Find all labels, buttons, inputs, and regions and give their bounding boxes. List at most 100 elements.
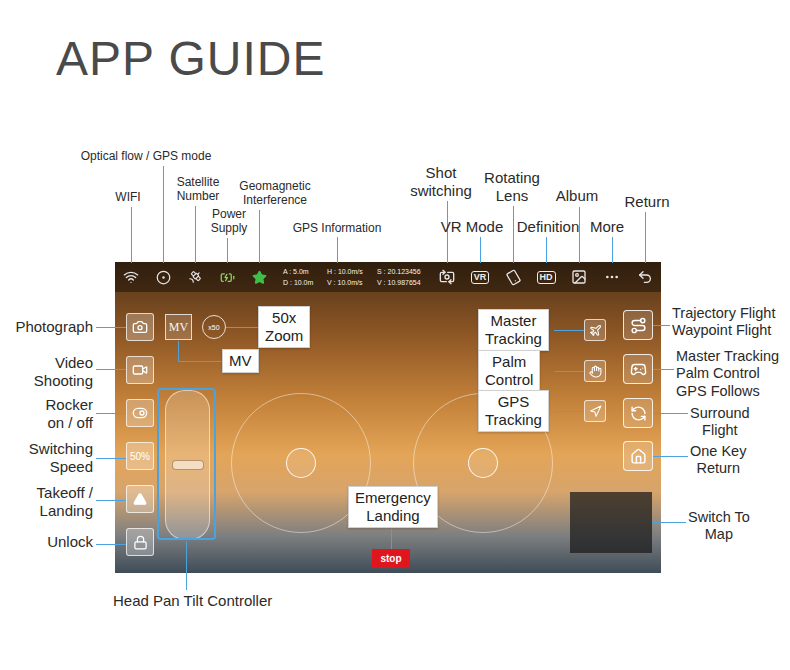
tracking-mode-button[interactable] — [584, 400, 606, 422]
takeoff-icon — [133, 492, 147, 506]
rotate-phone-icon — [503, 267, 523, 287]
callout-label: Definition — [517, 218, 580, 236]
callout-label: Trajectory Flight Waypoint Flight — [672, 305, 775, 340]
album-button[interactable] — [569, 267, 589, 287]
lock-icon — [133, 535, 148, 550]
return-button[interactable] — [635, 267, 655, 287]
stop-button[interactable]: stop — [372, 549, 410, 568]
callout-box: Palm Control — [478, 350, 540, 392]
mv-button[interactable]: MV — [165, 314, 192, 340]
toggle-icon — [132, 405, 148, 421]
flight-mode-button[interactable] — [623, 398, 653, 428]
callout-label: Photograph — [15, 318, 93, 336]
callout-label: One Key Return — [690, 443, 746, 478]
callout-line — [513, 206, 514, 263]
callout-line — [178, 341, 179, 362]
callout-line — [96, 369, 126, 370]
more-button[interactable] — [602, 267, 622, 287]
joystick-knob[interactable] — [286, 448, 316, 478]
guide-title: APP GUIDE — [0, 0, 790, 85]
video-icon — [132, 362, 148, 378]
tracking-mode-button[interactable] — [584, 319, 606, 341]
photo-button[interactable] — [126, 313, 154, 341]
joystick-knob[interactable] — [468, 448, 498, 478]
callout-line — [579, 207, 580, 263]
callout-label: Rotating Lens — [484, 169, 540, 205]
callout-line — [227, 238, 228, 263]
callout-label: Unlock — [47, 533, 93, 551]
flight-mode-button[interactable] — [623, 441, 653, 471]
callout-line — [653, 369, 674, 370]
callout-label: WIFI — [115, 190, 140, 204]
vr-button[interactable]: VR — [470, 267, 490, 287]
callout-line — [554, 330, 584, 331]
callout-label: Power Supply — [211, 207, 248, 236]
hd-badge: HD — [537, 271, 556, 284]
definition-button[interactable]: HD — [536, 267, 556, 287]
gps-value: V : 10.987654 — [377, 279, 437, 287]
flight-mode-button[interactable] — [623, 310, 653, 340]
gps-info: A : 5.0mH : 10.0m/sS : 20.123456D : 10.0… — [283, 268, 437, 287]
optical-flow-icon — [156, 270, 171, 285]
callout-line — [96, 500, 126, 501]
callout-line — [96, 413, 126, 414]
callout-label: Takeoff / Landing — [37, 484, 93, 520]
callout-line — [96, 458, 126, 459]
rotate-lens-button[interactable] — [503, 267, 523, 287]
toolbar: VR HD — [437, 267, 655, 287]
shot-switch-button[interactable] — [437, 267, 457, 287]
callout-label: Head Pan Tilt Controller — [113, 592, 272, 610]
zoom-button[interactable]: x50 — [202, 315, 226, 339]
callout-label: Optical flow / GPS mode — [81, 149, 212, 163]
callout-box: 50x Zoom — [258, 306, 310, 348]
callout-label: Shot switching — [410, 164, 472, 200]
gps-value: H : 10.0m/s — [327, 268, 377, 276]
back-arrow-icon — [637, 269, 653, 285]
callout-line — [652, 522, 686, 523]
app-guide: APP GUIDE A : 5.0mH : 10.0m/sS : 20.12345… — [0, 0, 790, 670]
drone-icon — [589, 324, 602, 337]
callout-label: Master Tracking Palm Control GPS Follows — [676, 348, 779, 400]
gps-icon — [589, 405, 602, 418]
callout-label: Surround Flight — [690, 405, 750, 440]
callout-line — [554, 371, 584, 372]
tracking-mode-button[interactable] — [584, 360, 606, 382]
flight-mode[interactable] — [153, 267, 173, 287]
callout-label: VR Mode — [441, 218, 504, 236]
unlock-button[interactable] — [126, 528, 154, 556]
callout-line — [195, 206, 196, 263]
callout-line — [259, 210, 260, 263]
geomagnetic — [249, 267, 269, 287]
gps-value: V : 10.0m/s — [327, 279, 377, 287]
callout-label: GPS Information — [293, 221, 382, 235]
callout-line — [391, 529, 392, 549]
callout-label: Geomagnetic Interference — [239, 179, 310, 208]
callout-line — [653, 413, 688, 414]
gimbal-knob[interactable] — [172, 460, 204, 470]
surround-icon — [630, 405, 647, 422]
takeoff-button[interactable] — [126, 485, 154, 513]
callout-box: Emergency Landing — [348, 486, 438, 528]
callout-label: Satellite Number — [177, 175, 220, 204]
switch-camera-icon — [439, 269, 455, 285]
map-preview[interactable] — [570, 492, 652, 553]
video-button[interactable] — [126, 356, 154, 384]
gps-value: D : 10.0m — [283, 279, 327, 287]
gimbal-slider[interactable] — [165, 390, 210, 540]
satellite-icon — [188, 270, 202, 284]
callout-label: Album — [556, 187, 599, 205]
callout-label: More — [590, 218, 624, 236]
callout-label: Return — [624, 193, 669, 211]
camera-icon — [132, 319, 148, 335]
callout-label: Switching Speed — [29, 440, 93, 476]
ellipsis-icon — [604, 269, 620, 285]
gps-value: S : 20.123456 — [377, 268, 437, 276]
rocker-button[interactable] — [126, 399, 154, 427]
left-controls: 50% — [115, 292, 154, 573]
callout-line — [645, 212, 646, 263]
flight-mode-button[interactable] — [623, 354, 653, 384]
speed-button[interactable]: 50% — [126, 442, 154, 470]
callout-line — [186, 541, 187, 590]
callout-line — [480, 237, 481, 263]
image-icon — [571, 269, 587, 285]
